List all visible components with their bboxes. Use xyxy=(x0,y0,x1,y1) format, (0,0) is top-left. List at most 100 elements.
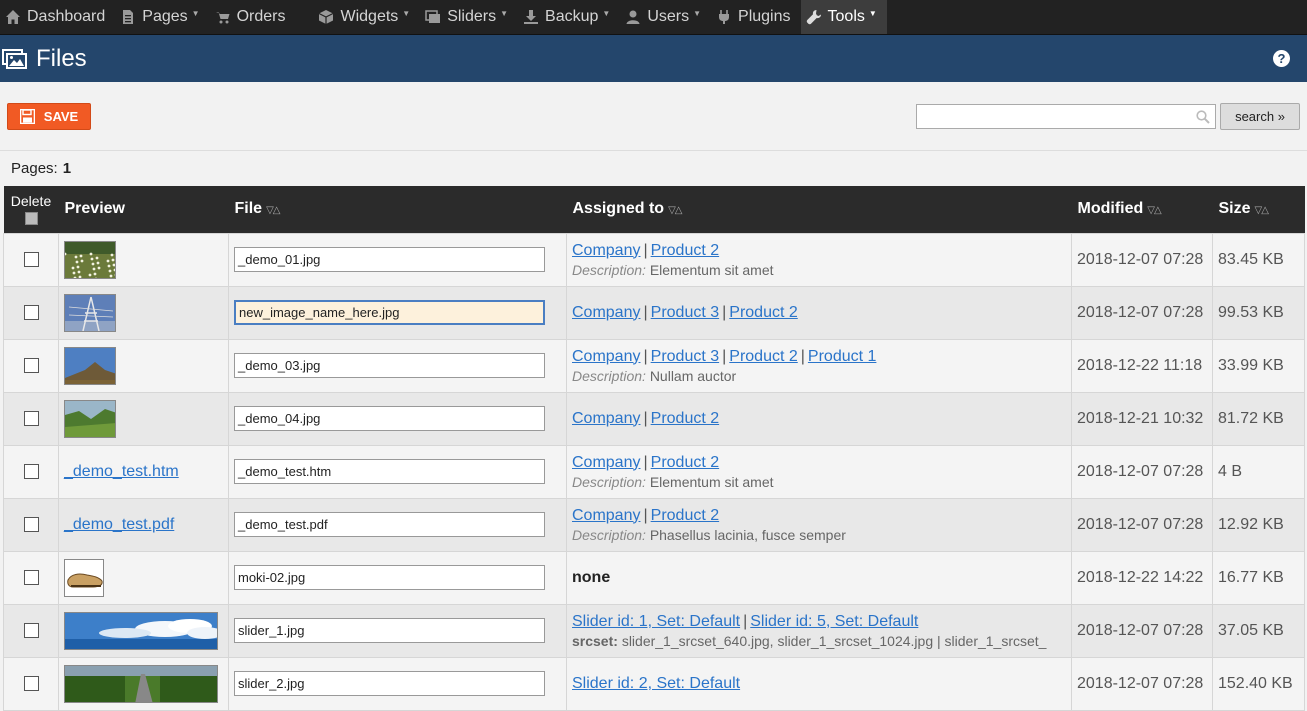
delete-cell xyxy=(3,232,59,287)
assigned-link[interactable]: Company xyxy=(572,242,640,259)
help-icon[interactable]: ? xyxy=(1273,50,1290,67)
preview-link[interactable]: _demo_test.pdf xyxy=(64,516,174,533)
sort-arrows-icon[interactable]: ▽△ xyxy=(1255,205,1269,216)
assigned-links: Company | Product 2 xyxy=(572,507,1066,525)
search-input[interactable] xyxy=(916,103,1216,129)
assigned-link[interactable]: Slider id: 1, Set: Default xyxy=(572,613,740,630)
delete-checkbox[interactable] xyxy=(23,358,39,373)
table-row: _demo_03.jpg Company | Product 3 | Product 2 |… xyxy=(3,338,1305,393)
file-name-input[interactable]: _demo_test.pdf xyxy=(234,512,545,537)
link-separator: | xyxy=(643,453,648,471)
assigned-link[interactable]: Product 1 xyxy=(808,348,876,365)
sort-arrows-icon[interactable]: ▽△ xyxy=(266,205,280,216)
modified-cell: 2018-12-07 07:28 xyxy=(1071,444,1213,499)
caret-down-icon: ▼ xyxy=(602,8,611,18)
assigned-link[interactable]: Company xyxy=(572,348,640,365)
nav-item-orders[interactable]: Orders xyxy=(210,0,314,34)
file-name-input[interactable]: slider_1.jpg xyxy=(234,618,545,643)
table-row: _demo_01.jpg Company | Product 2 Description… xyxy=(3,232,1305,287)
description-label: Description: xyxy=(572,261,646,278)
preview-header-label: Preview xyxy=(64,200,125,218)
file-name-input[interactable]: new_image_name_here.jpg xyxy=(234,300,545,325)
search-button[interactable]: search » xyxy=(1220,102,1300,130)
delete-checkbox[interactable] xyxy=(23,305,39,320)
nav-item-pages[interactable]: Pages ▼ xyxy=(115,0,209,34)
file-name-input[interactable]: _demo_01.jpg xyxy=(234,247,545,272)
assigned-link[interactable]: Company xyxy=(572,410,640,427)
preview-link[interactable]: _demo_test.htm xyxy=(64,463,179,480)
cube-icon xyxy=(319,10,334,24)
save-button[interactable]: SAVE xyxy=(7,102,91,130)
modified-cell: 2018-12-07 07:28 xyxy=(1071,656,1213,711)
nav-item-dashboard[interactable]: Dashboard xyxy=(0,0,115,34)
srcset-text: slider_1_srcset_640.jpg, slider_1_srcset… xyxy=(621,632,1047,649)
delete-checkbox[interactable] xyxy=(23,464,39,479)
delete-checkbox[interactable] xyxy=(23,676,39,691)
file-name-input[interactable]: _demo_03.jpg xyxy=(234,353,545,378)
delete-cell xyxy=(3,656,59,711)
description-label: Description: xyxy=(572,526,646,543)
nav-item-sliders[interactable]: Sliders ▼ xyxy=(420,0,518,34)
nav-item-users[interactable]: Users ▼ xyxy=(620,0,711,34)
file-name-input[interactable]: slider_2.jpg xyxy=(234,671,545,696)
delete-header-label: Delete xyxy=(10,193,52,210)
assigned-link[interactable]: Product 2 xyxy=(651,454,719,471)
link-separator: | xyxy=(643,303,648,321)
sort-arrows-icon[interactable]: ▽△ xyxy=(1147,205,1161,216)
column-header-file[interactable]: File ▽△ xyxy=(228,186,567,233)
delete-checkbox[interactable] xyxy=(23,517,39,532)
page-count[interactable]: 1 xyxy=(63,160,71,177)
assigned-link[interactable]: Product 3 xyxy=(651,348,719,365)
thumbnail-image[interactable] xyxy=(64,399,116,438)
thumbnail-image[interactable] xyxy=(64,611,218,650)
sort-arrows-icon[interactable]: ▽△ xyxy=(668,205,682,216)
assigned-link[interactable]: Slider id: 2, Set: Default xyxy=(572,675,740,692)
assigned-link[interactable]: Company xyxy=(572,304,640,321)
caret-down-icon: ▼ xyxy=(693,8,702,18)
assigned-link[interactable]: Product 2 xyxy=(651,507,719,524)
thumbnail-image[interactable] xyxy=(64,293,116,332)
link-separator: | xyxy=(643,241,648,259)
magnifier-icon xyxy=(1196,109,1210,124)
wrench-icon xyxy=(806,10,821,25)
assigned-link[interactable]: Slider id: 5, Set: Default xyxy=(750,613,918,630)
file-name-input[interactable]: moki-02.jpg xyxy=(234,565,545,590)
assigned-link[interactable]: Product 2 xyxy=(651,242,719,259)
delete-checkbox[interactable] xyxy=(23,411,39,426)
delete-checkbox[interactable] xyxy=(23,570,39,585)
search-area: search » xyxy=(916,102,1300,130)
column-header-delete: Delete xyxy=(3,186,59,233)
column-header-assigned[interactable]: Assigned to ▽△ xyxy=(566,186,1072,233)
assigned-link[interactable]: Product 2 xyxy=(729,348,797,365)
page-title: Files xyxy=(36,44,87,72)
thumbnail-image[interactable] xyxy=(64,346,116,385)
table-row: _demo_test.htm _demo_test.htm Company | Prod… xyxy=(3,444,1305,499)
link-separator: | xyxy=(722,303,727,321)
size-cell: 4 B xyxy=(1212,444,1305,499)
srcset-info: srcset: slider_1_srcset_640.jpg, slider_… xyxy=(572,633,1066,649)
assigned-links: Company | Product 3 | Product 2 xyxy=(572,304,1066,322)
delete-checkbox[interactable] xyxy=(23,252,39,267)
nav-item-widgets[interactable]: Widgets ▼ xyxy=(313,0,420,34)
thumbnail-image[interactable] xyxy=(64,664,218,703)
assigned-link[interactable]: Product 3 xyxy=(651,304,719,321)
assigned-link[interactable]: Company xyxy=(572,507,640,524)
delete-cell xyxy=(3,497,59,552)
thumbnail-image[interactable] xyxy=(64,240,116,279)
assigned-link[interactable]: Product 2 xyxy=(729,304,797,321)
nav-item-backup[interactable]: Backup ▼ xyxy=(518,0,620,34)
nav-item-plugins[interactable]: Plugins xyxy=(711,0,800,34)
size-cell: 83.45 KB xyxy=(1212,232,1305,287)
modified-cell: 2018-12-07 07:28 xyxy=(1071,285,1213,340)
thumbnail-image[interactable] xyxy=(64,558,104,597)
link-separator: | xyxy=(643,506,648,524)
column-header-modified[interactable]: Modified ▽△ xyxy=(1071,186,1213,233)
assigned-link[interactable]: Product 2 xyxy=(651,410,719,427)
nav-item-tools[interactable]: Tools ▼ xyxy=(800,0,887,34)
assigned-link[interactable]: Company xyxy=(572,454,640,471)
select-all-checkbox[interactable] xyxy=(24,212,38,226)
file-name-input[interactable]: _demo_04.jpg xyxy=(234,406,545,431)
file-name-input[interactable]: _demo_test.htm xyxy=(234,459,545,484)
delete-checkbox[interactable] xyxy=(23,623,39,638)
column-header-size[interactable]: Size ▽△ xyxy=(1212,186,1305,233)
